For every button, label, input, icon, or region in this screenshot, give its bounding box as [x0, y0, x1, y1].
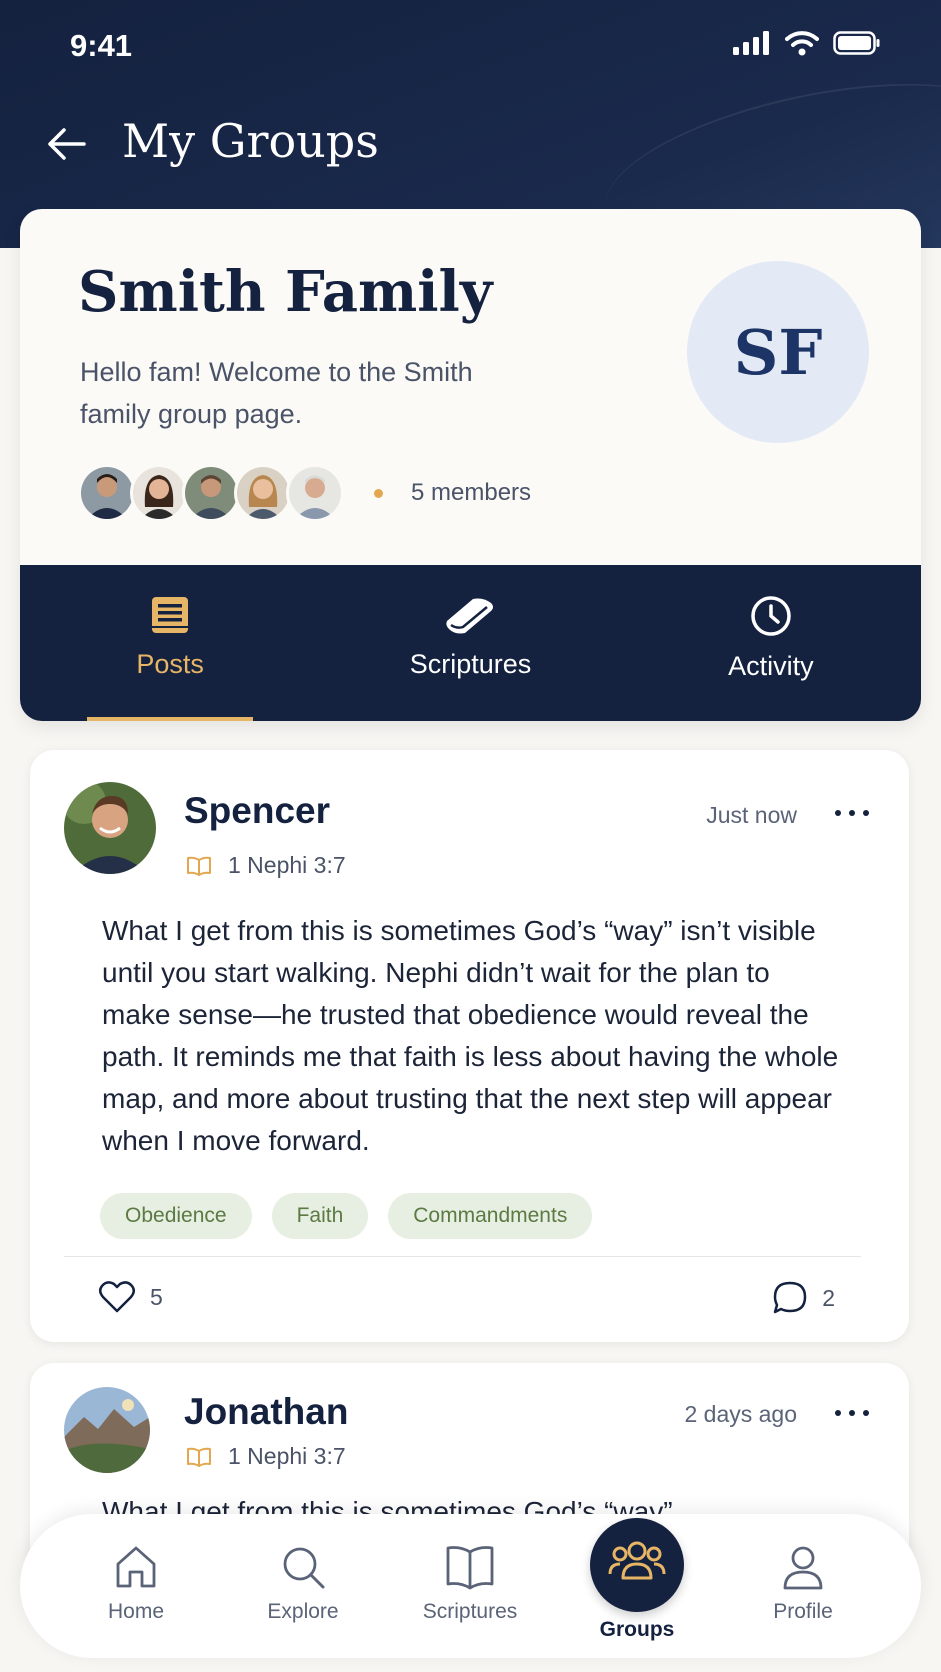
member-avatar: [234, 464, 292, 522]
home-icon: [116, 1546, 156, 1588]
group-card: Smith Family Hello fam! Welcome to the S…: [20, 209, 921, 721]
bottom-nav: Home Explore Scriptures Groups Profile: [20, 1514, 921, 1658]
battery-icon: [833, 31, 880, 55]
more-dot: [849, 810, 855, 816]
open-book-icon: [446, 1546, 494, 1590]
tab-scriptures-label: Scriptures: [409, 649, 532, 679]
more-options-button[interactable]: [835, 806, 869, 820]
more-dots-icon: [835, 810, 841, 816]
more-dot: [863, 1410, 869, 1416]
nav-home[interactable]: Home: [66, 1514, 206, 1658]
tab-activity-label: Activity: [728, 651, 814, 681]
nav-groups-active-indicator: [590, 1518, 684, 1612]
open-book-icon: [187, 856, 211, 876]
member-count: 5 members: [411, 479, 532, 506]
status-icons: [733, 30, 881, 56]
member-avatar: [182, 464, 240, 522]
author-avatar[interactable]: [64, 1387, 150, 1473]
nav-scriptures-label: Scriptures: [422, 1600, 518, 1623]
verse-reference-text: 1 Nephi 3:7: [228, 852, 346, 878]
profile-icon: [783, 1546, 823, 1590]
more-dots-icon: [835, 1410, 841, 1416]
tab-posts-label: Posts: [136, 649, 204, 679]
comment-button[interactable]: 2: [772, 1280, 835, 1316]
like-count: 5: [150, 1283, 163, 1310]
nav-scriptures[interactable]: Scriptures: [400, 1514, 540, 1658]
nav-groups-label: Groups: [599, 1618, 675, 1641]
back-button[interactable]: [44, 122, 88, 166]
group-tabs: Posts Scriptures Activity: [20, 565, 921, 721]
signal-icon: [733, 31, 769, 55]
group-name: Smith Family: [78, 259, 493, 325]
author-name[interactable]: Jonathan: [184, 1391, 348, 1433]
more-dot: [849, 1410, 855, 1416]
post-card: Spencer 1 Nephi 3:7 Just now What I get …: [30, 750, 909, 1342]
book-icon: [152, 597, 189, 633]
post-time: 2 days ago: [684, 1401, 797, 1427]
arrow-left-icon: [48, 128, 86, 160]
nav-profile[interactable]: Profile: [733, 1514, 873, 1658]
verse-reference[interactable]: 1 Nephi 3:7: [186, 1443, 346, 1470]
comment-icon: [773, 1281, 807, 1314]
member-avatar: [78, 464, 136, 522]
nav-home-label: Home: [107, 1600, 165, 1623]
post-divider: [64, 1256, 861, 1257]
scripture-book-icon: [446, 598, 494, 634]
search-icon: [283, 1547, 325, 1589]
verse-reference-text: 1 Nephi 3:7: [228, 1443, 346, 1469]
nav-explore[interactable]: Explore: [233, 1514, 373, 1658]
comment-count: 2: [822, 1284, 835, 1311]
open-book-icon: [187, 1447, 211, 1467]
more-options-button[interactable]: [835, 1406, 869, 1420]
nav-groups[interactable]: Groups: [567, 1514, 707, 1658]
author-avatar[interactable]: [64, 782, 156, 874]
tab-scriptures[interactable]: Scriptures: [320, 565, 620, 721]
nav-profile-label: Profile: [773, 1600, 833, 1623]
tag-chip[interactable]: Commandments: [388, 1193, 593, 1239]
heart-icon: [99, 1281, 135, 1313]
post-tags: Obedience Faith Commandments: [100, 1193, 593, 1239]
like-button[interactable]: 5: [98, 1280, 163, 1314]
members-row[interactable]: 5 members: [78, 464, 531, 522]
more-dot: [863, 810, 869, 816]
member-avatar: [130, 464, 188, 522]
post-body: What I get from this is sometimes God’s …: [102, 915, 839, 1156]
tab-posts[interactable]: Posts: [20, 565, 320, 721]
nav-explore-label: Explore: [267, 1600, 339, 1623]
groups-icon: [608, 1541, 666, 1580]
page-title: My Groups: [122, 114, 379, 168]
group-description: Hello fam! Welcome to the Smith family g…: [80, 357, 473, 429]
tag-chip[interactable]: Faith: [271, 1193, 369, 1239]
author-name[interactable]: Spencer: [184, 790, 330, 832]
tab-activity[interactable]: Activity: [621, 565, 921, 721]
wifi-icon: [785, 31, 819, 56]
member-avatar: [286, 464, 344, 522]
post-time: Just now: [706, 802, 797, 828]
separator-dot: [374, 488, 383, 498]
tag-chip[interactable]: Obedience: [100, 1193, 252, 1239]
clock-icon: [751, 596, 791, 636]
status-time: 9:41: [70, 28, 133, 63]
verse-reference[interactable]: 1 Nephi 3:7: [186, 852, 346, 879]
group-avatar[interactable]: SF: [687, 261, 869, 443]
